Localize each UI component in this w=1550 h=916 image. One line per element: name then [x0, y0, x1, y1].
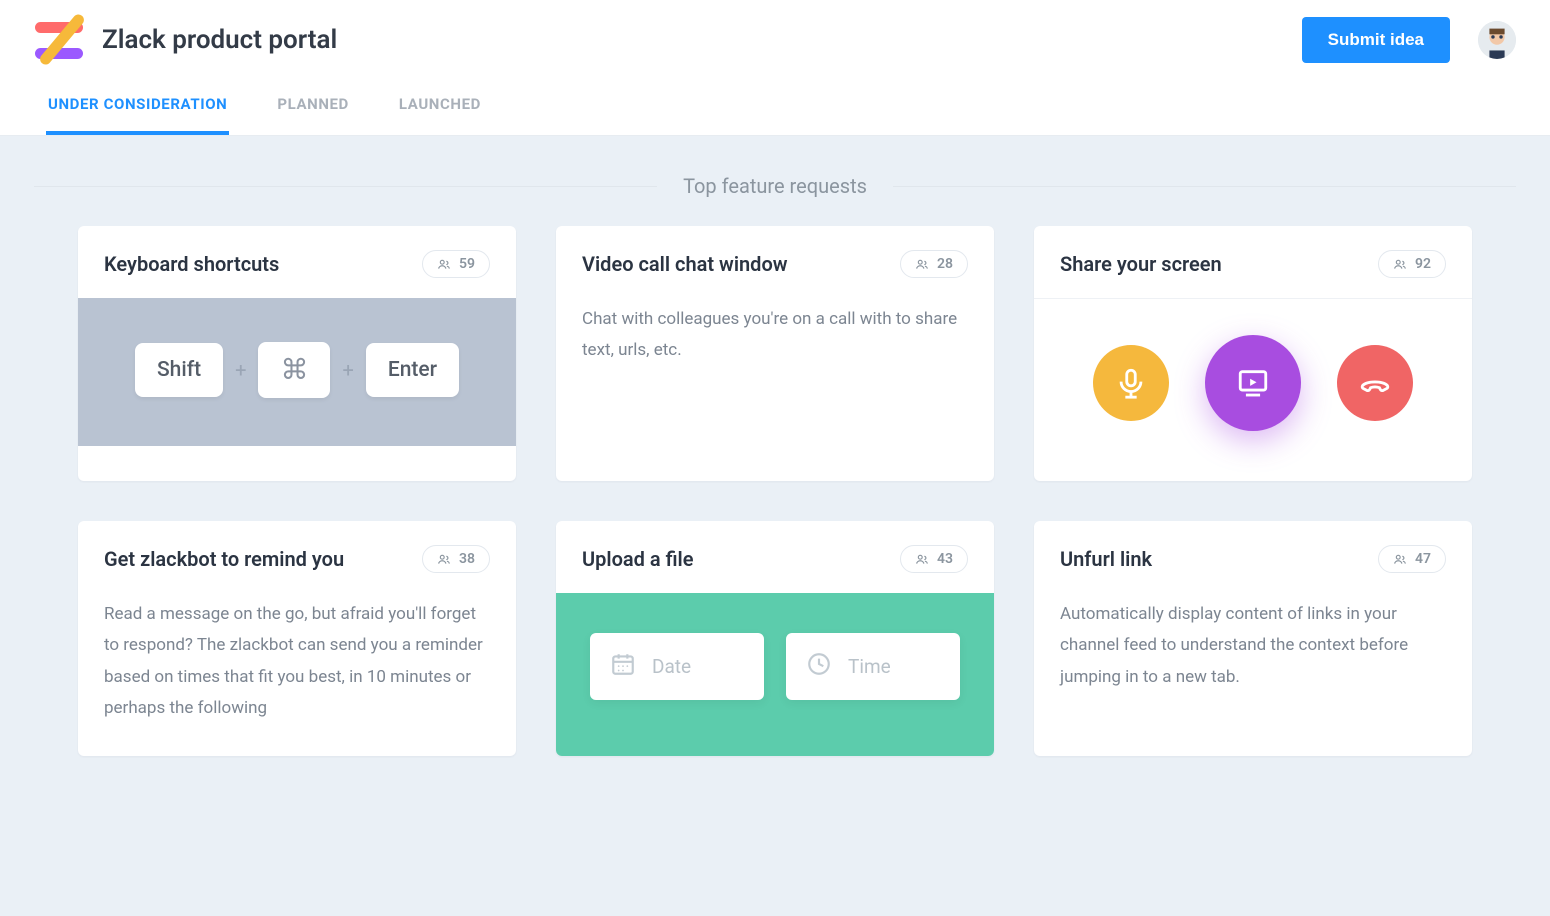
vote-pill[interactable]: 47: [1378, 545, 1446, 573]
plus-icon: +: [235, 358, 246, 382]
card-head: Upload a file 43: [556, 521, 994, 593]
vote-count: 43: [937, 551, 953, 567]
logo-icon: [34, 18, 84, 62]
card-keyboard-shortcuts[interactable]: Keyboard shortcuts 59 Shift + ⌘ + Enter: [78, 226, 516, 481]
calendar-icon: [610, 651, 636, 682]
card-body: Chat with colleagues you're on a call wi…: [556, 298, 994, 481]
hangup-icon: [1337, 345, 1413, 421]
card-title: Get zlackbot to remind you: [104, 547, 344, 571]
app-title: Zlack product portal: [102, 25, 337, 55]
card-head: Get zlackbot to remind you 38: [78, 521, 516, 593]
vote-count: 59: [459, 256, 475, 272]
brand: Zlack product portal: [34, 18, 337, 62]
card-unfurl-link[interactable]: Unfurl link 47 Automatically display con…: [1034, 521, 1472, 756]
section-header: Top feature requests: [34, 174, 1516, 198]
kbd-enter: Enter: [366, 343, 459, 397]
divider: [34, 186, 657, 187]
users-icon: [915, 552, 929, 566]
vote-count: 28: [937, 256, 953, 272]
submit-idea-button[interactable]: Submit idea: [1302, 17, 1450, 63]
card-upload-file[interactable]: Upload a file 43 Date Time: [556, 521, 994, 756]
tab-bar: UNDER CONSIDERATION PLANNED LAUNCHED: [0, 75, 1550, 136]
call-controls-illustration: [1034, 298, 1472, 481]
upload-illustration: Date Time: [556, 593, 994, 756]
users-icon: [915, 257, 929, 271]
card-head: Unfurl link 47: [1034, 521, 1472, 593]
card-head: Keyboard shortcuts 59: [78, 226, 516, 298]
card-video-call-chat[interactable]: Video call chat window 28 Chat with coll…: [556, 226, 994, 481]
vote-pill[interactable]: 59: [422, 250, 490, 278]
vote-count: 47: [1415, 551, 1431, 567]
card-body: Automatically display content of links i…: [1034, 593, 1472, 756]
card-share-screen[interactable]: Share your screen 92: [1034, 226, 1472, 481]
vote-count: 92: [1415, 256, 1431, 272]
keyboard-illustration: Shift + ⌘ + Enter: [78, 298, 516, 446]
users-icon: [437, 257, 451, 271]
tab-under-consideration[interactable]: UNDER CONSIDERATION: [46, 75, 229, 135]
kbd-shift: Shift: [135, 343, 223, 397]
vote-pill[interactable]: 92: [1378, 250, 1446, 278]
tab-launched[interactable]: LAUNCHED: [397, 75, 483, 135]
card-head: Share your screen 92: [1034, 226, 1472, 298]
users-icon: [437, 552, 451, 566]
card-title: Unfurl link: [1060, 547, 1152, 571]
avatar[interactable]: [1478, 21, 1516, 59]
vote-pill[interactable]: 38: [422, 545, 490, 573]
vote-pill[interactable]: 43: [900, 545, 968, 573]
screen-share-icon: [1205, 335, 1301, 431]
time-field: Time: [786, 633, 960, 700]
card-body: Read a message on the go, but afraid you…: [78, 593, 516, 756]
card-title: Upload a file: [582, 547, 693, 571]
date-field: Date: [590, 633, 764, 700]
card-zlackbot-remind[interactable]: Get zlackbot to remind you 38 Read a mes…: [78, 521, 516, 756]
clock-icon: [806, 651, 832, 682]
plus-icon: +: [342, 358, 353, 382]
date-label: Date: [652, 655, 691, 678]
card-head: Video call chat window 28: [556, 226, 994, 298]
card-grid: Keyboard shortcuts 59 Shift + ⌘ + Enter …: [0, 226, 1550, 816]
top-bar: Zlack product portal Submit idea: [0, 0, 1550, 75]
mic-icon: [1093, 345, 1169, 421]
users-icon: [1393, 552, 1407, 566]
card-title: Share your screen: [1060, 252, 1222, 276]
top-bar-right: Submit idea: [1302, 17, 1516, 63]
users-icon: [1393, 257, 1407, 271]
tab-planned[interactable]: PLANNED: [275, 75, 351, 135]
time-label: Time: [848, 655, 891, 678]
section-title: Top feature requests: [657, 174, 893, 198]
vote-count: 38: [459, 551, 475, 567]
card-title: Video call chat window: [582, 252, 788, 276]
vote-pill[interactable]: 28: [900, 250, 968, 278]
divider: [893, 186, 1516, 187]
kbd-cmd: ⌘: [258, 342, 330, 398]
card-title: Keyboard shortcuts: [104, 252, 279, 276]
